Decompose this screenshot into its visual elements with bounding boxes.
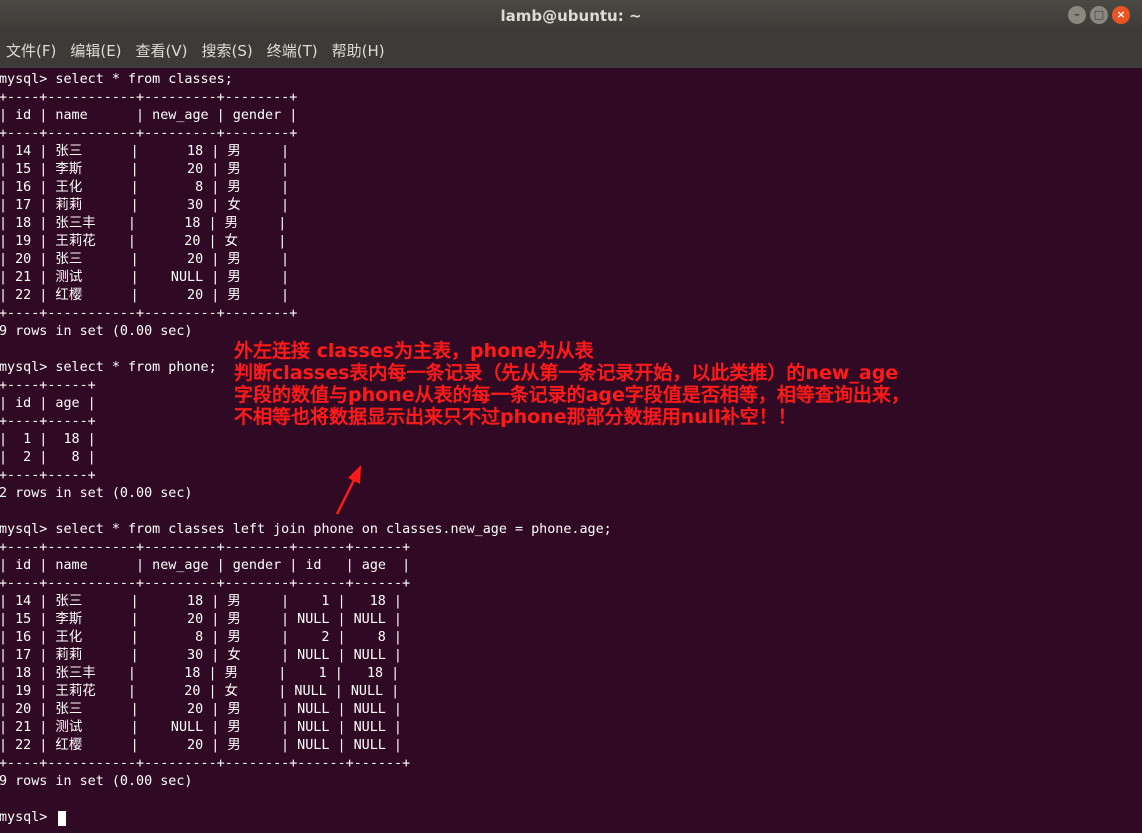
terminal-line: +----+-----------+---------+--------+---… [0,576,411,591]
menu-file[interactable]: 文件(F) [0,40,64,61]
terminal-line: | 19 | 王莉花 | 20 | 女 | [0,234,287,249]
terminal-line: +----+-----+ [0,468,96,483]
terminal-line: +----+-----------+---------+--------+ [0,126,298,141]
terminal-line: mysql> select * from classes left join p… [0,522,612,537]
terminal-line: +----+-----+ [0,414,96,429]
menu-edit[interactable]: 编辑(E) [64,40,129,61]
terminal-line: +----+-----+ [0,378,96,393]
menu-search[interactable]: 搜索(S) [196,40,261,61]
title-bar[interactable]: lamb@ubuntu: ~ – □ × [0,0,1142,32]
terminal-line: | 17 | 莉莉 | 30 | 女 | NULL | NULL | [0,648,402,663]
terminal-line: | 16 | 王化 | 8 | 男 | 2 | 8 | [0,630,402,645]
terminal-line: 9 rows in set (0.00 sec) [0,774,193,789]
terminal-line: | 16 | 王化 | 8 | 男 | [0,180,290,195]
terminal-line: | id | age | [0,396,96,411]
annotation-line: 字段的数值与phone从表的每一条记录的age字段值是否相等，相等查询出来， [234,384,910,406]
terminal-line: | 2 | 8 | [0,450,96,465]
minimize-button[interactable]: – [1068,6,1086,24]
terminal-line: | 15 | 李斯 | 20 | 男 | NULL | NULL | [0,612,402,627]
menu-bar: 文件(F) 编辑(E) 查看(V) 搜索(S) 终端(T) 帮助(H) [0,32,1142,68]
menu-terminal[interactable]: 终端(T) [261,40,326,61]
terminal-line: | 14 | 张三 | 18 | 男 | 1 | 18 | [0,594,402,609]
window-title: lamb@ubuntu: ~ [500,7,642,25]
terminal-line: 2 rows in set (0.00 sec) [0,486,193,501]
annotation-line: 不相等也将数据显示出来只不过phone那部分数据用null补空！！ [234,406,797,428]
terminal-output[interactable]: mysql> select * from classes; +----+-----… [0,68,1142,833]
terminal-line: | 18 | 张三丰 | 18 | 男 | 1 | 18 | [0,666,400,681]
terminal-line: | 21 | 测试 | NULL | 男 | NULL | NULL | [0,720,402,735]
terminal-line: mysql> select * from classes; [0,72,233,87]
terminal-line: +----+-----------+---------+--------+ [0,306,298,321]
window-controls: – □ × [1068,6,1130,24]
annotation-line: 判断classes表内每一条记录（先从第一条记录开始，以此类推）的new_age [234,362,899,384]
cursor [58,811,66,826]
annotation-text: 外左连接 classes为主表，phone为从表 判断classes表内每一条记… [234,340,910,428]
terminal-line: +----+-----------+---------+--------+ [0,90,298,105]
terminal-line: | id | name | new_age | gender | [0,108,298,123]
close-button[interactable]: × [1112,6,1130,24]
terminal-line: | 20 | 张三 | 20 | 男 | NULL | NULL | [0,702,402,717]
terminal-line: 9 rows in set (0.00 sec) [0,324,193,339]
terminal-line: | id | name | new_age | gender | id | ag… [0,558,411,573]
terminal-line: | 14 | 张三 | 18 | 男 | [0,144,290,159]
maximize-button[interactable]: □ [1090,6,1108,24]
terminal-line: mysql> select * from phone; [0,360,217,375]
terminal-line: | 22 | 红樱 | 20 | 男 | NULL | NULL | [0,738,402,753]
menu-help[interactable]: 帮助(H) [326,40,393,61]
terminal-line: | 15 | 李斯 | 20 | 男 | [0,162,290,177]
terminal-line: | 21 | 测试 | NULL | 男 | [0,270,290,285]
terminal-line: | 17 | 莉莉 | 30 | 女 | [0,198,290,213]
terminal-line: | 19 | 王莉花 | 20 | 女 | NULL | NULL | [0,684,400,699]
terminal-line: | 18 | 张三丰 | 18 | 男 | [0,216,287,231]
annotation-line: 外左连接 classes为主表，phone为从表 [234,340,594,362]
terminal-line: +----+-----------+---------+--------+---… [0,756,411,771]
menu-view[interactable]: 查看(V) [130,40,196,61]
terminal-line: | 1 | 18 | [0,432,96,447]
terminal-line: mysql> [0,810,56,825]
terminal-line: | 20 | 张三 | 20 | 男 | [0,252,290,267]
terminal-line: | 22 | 红樱 | 20 | 男 | [0,288,290,303]
terminal-line: +----+-----------+---------+--------+---… [0,540,411,555]
